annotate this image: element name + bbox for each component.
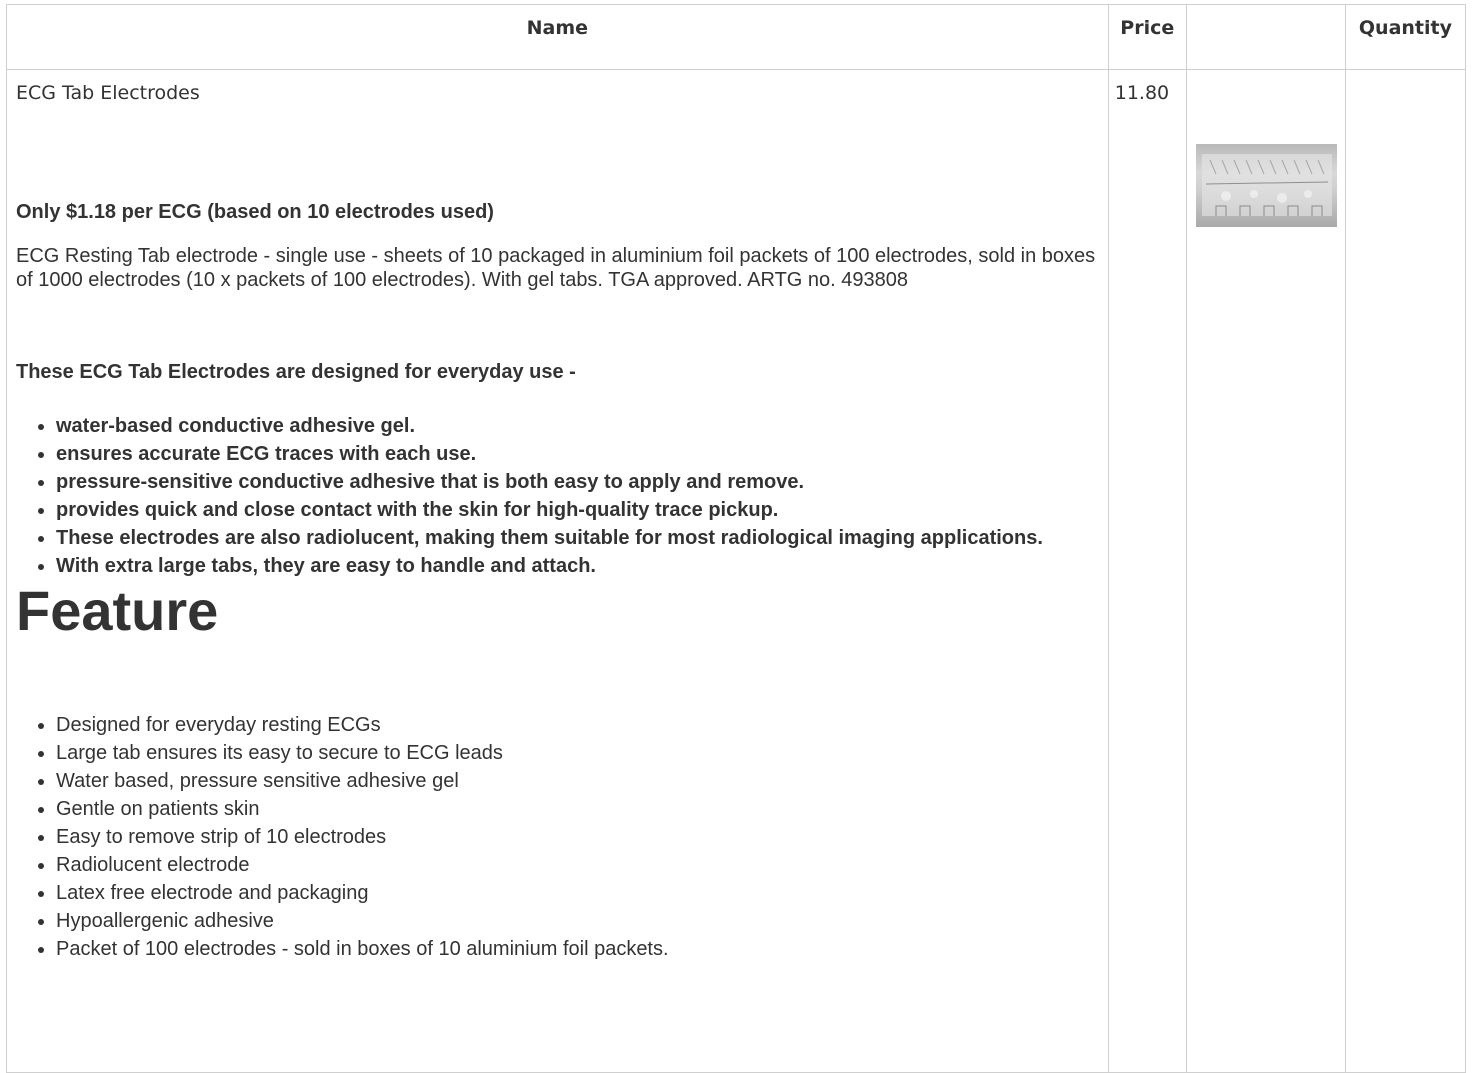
- list-item: water-based conductive adhesive gel.: [56, 412, 1100, 440]
- list-item: Gentle on patients skin: [56, 795, 1100, 823]
- column-header-name[interactable]: Name: [6, 4, 1109, 70]
- column-header-image: [1185, 4, 1346, 70]
- product-price: 11.80: [1107, 69, 1187, 1073]
- list-item: provides quick and close contact with th…: [56, 496, 1100, 524]
- column-header-price[interactable]: Price: [1107, 4, 1187, 70]
- product-description: Only $1.18 per ECG (based on 10 electrod…: [16, 200, 1100, 963]
- product-table: Name Price Quantity ECG Tab Electrodes O…: [6, 4, 1467, 1073]
- features-list: Designed for everyday resting ECGs Large…: [16, 711, 1100, 963]
- product-image-cell: [1185, 69, 1346, 1073]
- designed-for-heading: These ECG Tab Electrodes are designed fo…: [16, 360, 576, 383]
- list-item: Water based, pressure sensitive adhesive…: [56, 767, 1100, 795]
- feature-heading: Feature: [16, 578, 219, 642]
- list-item: These electrodes are also radiolucent, m…: [56, 524, 1100, 552]
- list-item: Packet of 100 electrodes - sold in boxes…: [56, 935, 1100, 963]
- list-item: ensures accurate ECG traces with each us…: [56, 440, 1100, 468]
- list-item: Designed for everyday resting ECGs: [56, 711, 1100, 739]
- list-item: Easy to remove strip of 10 electrodes: [56, 823, 1100, 851]
- description-paragraph: ECG Resting Tab electrode - single use -…: [16, 244, 1096, 291]
- list-item: Latex free electrode and packaging: [56, 879, 1100, 907]
- list-item: Large tab ensures its easy to secure to …: [56, 739, 1100, 767]
- list-item: With extra large tabs, they are easy to …: [56, 552, 1100, 580]
- price-per-ecg-highlight: Only $1.18 per ECG (based on 10 electrod…: [16, 200, 494, 223]
- product-name[interactable]: ECG Tab Electrodes: [16, 82, 1100, 105]
- product-quantity-cell[interactable]: [1344, 69, 1467, 1073]
- list-item: Hypoallergenic adhesive: [56, 907, 1100, 935]
- list-item: pressure-sensitive conductive adhesive t…: [56, 468, 1100, 496]
- product-name-cell: ECG Tab Electrodes Only $1.18 per ECG (b…: [6, 69, 1109, 1073]
- designed-points-list: water-based conductive adhesive gel. ens…: [16, 412, 1100, 580]
- list-item: Radiolucent electrode: [56, 851, 1100, 879]
- table-row: ECG Tab Electrodes Only $1.18 per ECG (b…: [6, 69, 1467, 1073]
- electrode-sheet-photo-icon[interactable]: [1195, 144, 1337, 227]
- table-header-row: Name Price Quantity: [6, 4, 1467, 70]
- column-header-quantity[interactable]: Quantity: [1344, 4, 1467, 70]
